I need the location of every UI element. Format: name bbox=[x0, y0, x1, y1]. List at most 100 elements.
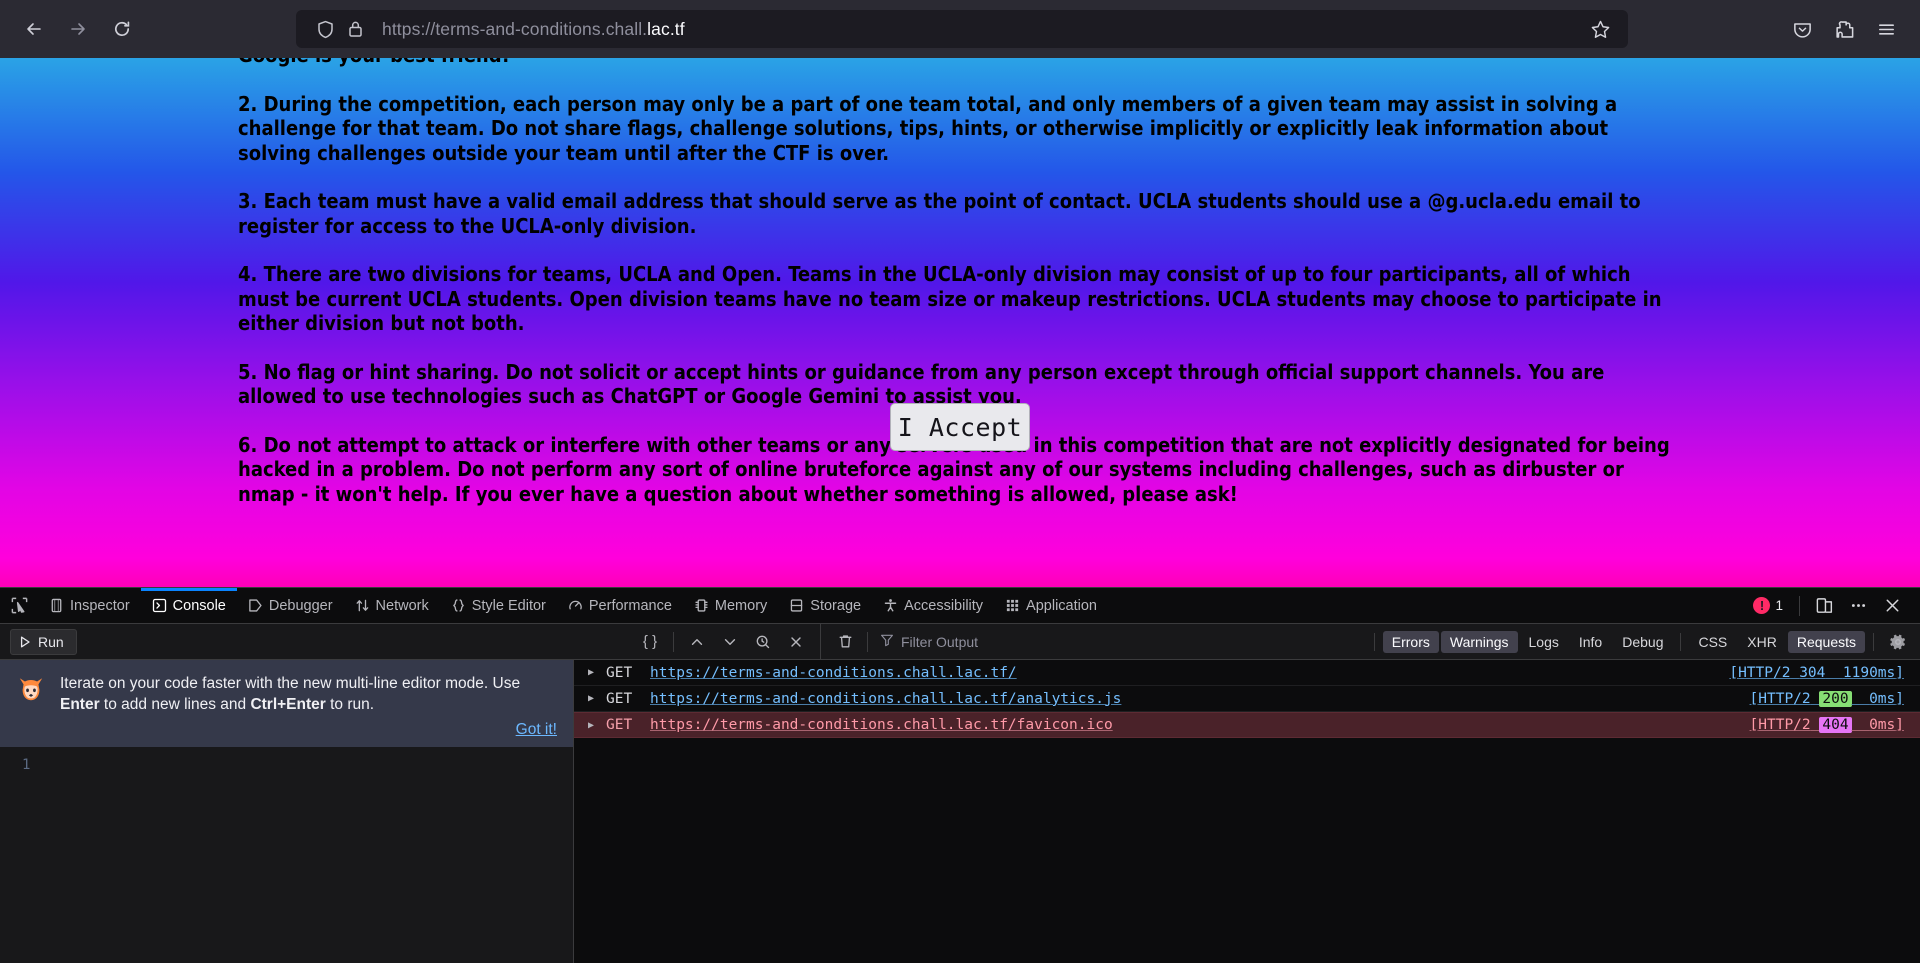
request-status-code: 200 bbox=[1819, 691, 1851, 707]
filter-css[interactable]: CSS bbox=[1689, 631, 1736, 653]
forward-button[interactable] bbox=[58, 9, 98, 49]
performance-icon bbox=[568, 598, 583, 613]
storage-icon bbox=[789, 598, 804, 613]
hamburger-menu-icon[interactable] bbox=[1866, 9, 1906, 49]
filter-debug[interactable]: Debug bbox=[1613, 631, 1672, 653]
request-status[interactable]: [HTTP/2 304 1190ms] bbox=[1729, 665, 1920, 681]
browser-toolbar: https://terms-and-conditions.chall.lac.t… bbox=[0, 0, 1920, 58]
tab-memory[interactable]: Memory bbox=[683, 588, 778, 623]
i-accept-button[interactable]: I Accept bbox=[890, 403, 1030, 451]
network-request-row[interactable]: ▶ GET https://terms-and-conditions.chall… bbox=[574, 712, 1920, 738]
tab-accessibility[interactable]: Accessibility bbox=[872, 588, 994, 623]
request-url[interactable]: https://terms-and-conditions.chall.lac.t… bbox=[650, 717, 1113, 733]
filter-info[interactable]: Info bbox=[1570, 631, 1611, 653]
address-bar[interactable]: https://terms-and-conditions.chall.lac.t… bbox=[296, 10, 1628, 48]
page-paragraph: 4. There are two divisions for teams, UC… bbox=[238, 262, 1682, 336]
shield-icon[interactable] bbox=[310, 14, 340, 44]
console-toolbar: Run { } bbox=[0, 624, 1920, 660]
filter-requests[interactable]: Requests bbox=[1788, 631, 1865, 653]
filter-logs[interactable]: Logs bbox=[1520, 631, 1568, 653]
tabbar-spacer bbox=[1108, 588, 1746, 623]
notification-body: Iterate on your code faster with the new… bbox=[60, 673, 557, 739]
filter-errors[interactable]: Errors bbox=[1383, 631, 1439, 653]
request-time: 0ms bbox=[1869, 691, 1895, 707]
error-count-value: 1 bbox=[1775, 598, 1783, 613]
request-status[interactable]: [HTTP/2 200 0ms] bbox=[1750, 691, 1920, 707]
filter-xhr[interactable]: XHR bbox=[1738, 631, 1786, 653]
filter-funnel-icon bbox=[880, 633, 894, 650]
request-url[interactable]: https://terms-and-conditions.chall.lac.t… bbox=[650, 691, 1121, 707]
tab-label: Application bbox=[1026, 598, 1097, 614]
run-button[interactable]: Run bbox=[10, 629, 77, 655]
network-request-row[interactable]: ▶ GET https://terms-and-conditions.chall… bbox=[574, 686, 1920, 712]
got-it-link[interactable]: Got it! bbox=[60, 721, 557, 739]
bookmark-star-icon[interactable] bbox=[1582, 11, 1618, 47]
firefox-fox-icon bbox=[16, 675, 46, 739]
tab-label: Inspector bbox=[70, 598, 130, 614]
notification-text: Iterate on your code faster with the new… bbox=[60, 673, 557, 715]
request-protocol: HTTP/2 bbox=[1758, 717, 1810, 733]
tab-application[interactable]: Application bbox=[994, 588, 1108, 623]
filter-placeholder: Filter Output bbox=[901, 634, 978, 650]
extensions-icon[interactable] bbox=[1824, 9, 1864, 49]
tab-debugger[interactable]: Debugger bbox=[237, 588, 344, 623]
style-editor-icon bbox=[451, 598, 466, 613]
expand-twisty-icon[interactable]: ▶ bbox=[588, 693, 606, 704]
history-search-icon[interactable] bbox=[747, 628, 779, 656]
notif-line1a: Iterate on your code faster with the new… bbox=[60, 675, 520, 692]
divider bbox=[1680, 633, 1681, 651]
devtools-right-controls: ! 1 bbox=[1745, 588, 1920, 623]
lock-icon[interactable] bbox=[340, 14, 370, 44]
filter-input[interactable]: Filter Output bbox=[880, 633, 1368, 650]
more-options-icon[interactable] bbox=[1842, 592, 1874, 620]
tab-label: Console bbox=[173, 598, 226, 614]
inspector-icon bbox=[49, 598, 64, 613]
console-input-editor[interactable]: 1 bbox=[0, 747, 573, 963]
devtools-panel: Inspector Console Debugger Network Style bbox=[0, 587, 1920, 963]
network-request-row[interactable]: ▶ GET https://terms-and-conditions.chall… bbox=[574, 660, 1920, 686]
request-status[interactable]: [HTTP/2 404 0ms] bbox=[1750, 717, 1920, 733]
request-protocol: HTTP/2 bbox=[1738, 665, 1790, 681]
error-count-badge[interactable]: ! 1 bbox=[1745, 597, 1791, 614]
element-picker-icon[interactable] bbox=[0, 588, 38, 623]
divider bbox=[1873, 633, 1874, 651]
back-button[interactable] bbox=[14, 9, 54, 49]
request-protocol: HTTP/2 bbox=[1758, 691, 1810, 707]
reload-button[interactable] bbox=[102, 9, 142, 49]
pretty-print-icon[interactable]: { } bbox=[634, 628, 666, 656]
console-output-pane: ▶ GET https://terms-and-conditions.chall… bbox=[574, 660, 1920, 963]
devtools-tab-bar: Inspector Console Debugger Network Style bbox=[0, 588, 1920, 624]
filter-warnings[interactable]: Warnings bbox=[1441, 631, 1518, 653]
pocket-icon[interactable] bbox=[1782, 9, 1822, 49]
tab-performance[interactable]: Performance bbox=[557, 588, 683, 623]
tab-network[interactable]: Network bbox=[344, 588, 440, 623]
debugger-icon bbox=[248, 598, 263, 613]
run-label: Run bbox=[38, 634, 64, 650]
notif-line2c: to run. bbox=[326, 696, 374, 713]
tab-console[interactable]: Console bbox=[141, 588, 237, 623]
request-method: GET bbox=[606, 665, 650, 681]
request-status-code: 404 bbox=[1819, 717, 1851, 733]
tab-label: Memory bbox=[715, 598, 767, 614]
expand-twisty-icon[interactable]: ▶ bbox=[588, 720, 606, 731]
chevron-up-icon[interactable] bbox=[681, 628, 713, 656]
responsive-design-mode-icon[interactable] bbox=[1808, 592, 1840, 620]
tab-inspector[interactable]: Inspector bbox=[38, 588, 141, 623]
request-time: 0ms bbox=[1869, 717, 1895, 733]
tab-label: Accessibility bbox=[904, 598, 983, 614]
chevron-down-icon[interactable] bbox=[714, 628, 746, 656]
request-url[interactable]: https://terms-and-conditions.chall.lac.t… bbox=[650, 665, 1017, 681]
clear-console-icon[interactable] bbox=[829, 628, 861, 656]
close-editor-icon[interactable] bbox=[780, 628, 812, 656]
url-text[interactable]: https://terms-and-conditions.chall.lac.t… bbox=[382, 19, 1582, 40]
console-settings-gear-icon[interactable] bbox=[1882, 628, 1914, 656]
expand-twisty-icon[interactable]: ▶ bbox=[588, 667, 606, 678]
multiline-editor-notification: Iterate on your code faster with the new… bbox=[0, 660, 573, 747]
console-body: Iterate on your code faster with the new… bbox=[0, 660, 1920, 963]
tab-storage[interactable]: Storage bbox=[778, 588, 872, 623]
network-icon bbox=[355, 598, 370, 613]
tab-style-editor[interactable]: Style Editor bbox=[440, 588, 557, 623]
close-devtools-icon[interactable] bbox=[1876, 592, 1908, 620]
terms-and-conditions-text: Google is your best friend! 2. During th… bbox=[0, 58, 1920, 530]
application-icon bbox=[1005, 598, 1020, 613]
